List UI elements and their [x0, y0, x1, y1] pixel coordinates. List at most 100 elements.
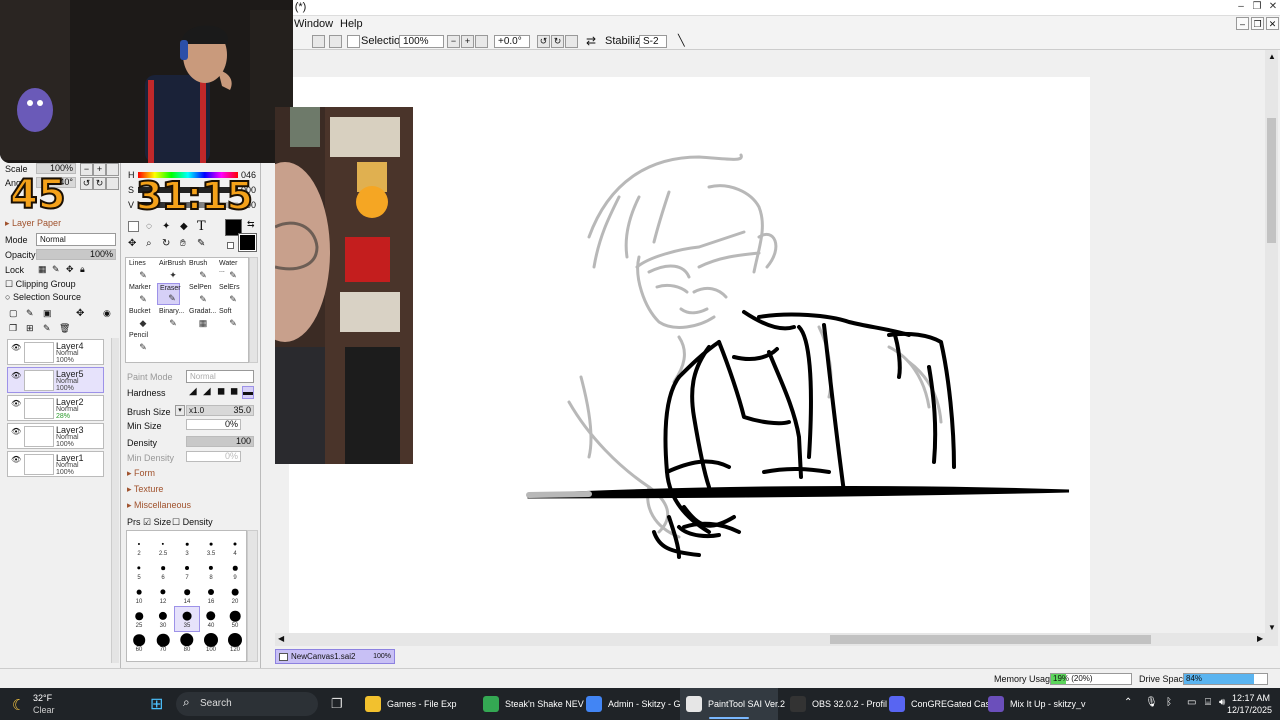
- toolbar-button[interactable]: [329, 35, 342, 48]
- scroll-right-arrow[interactable]: ▶: [1257, 634, 1263, 643]
- tool-gradat[interactable]: Gradat... ▦: [187, 307, 216, 329]
- hardness-option[interactable]: ◢: [189, 386, 197, 397]
- pressure-size-checkbox[interactable]: ☑ Size: [143, 517, 171, 528]
- clipping-group-checkbox[interactable]: ☐ Clipping Group: [5, 279, 76, 290]
- layer-mask-icon[interactable]: ◉: [103, 308, 111, 319]
- brush-size-preset[interactable]: 30: [151, 607, 175, 631]
- brush-presets-scrollbar[interactable]: [247, 530, 258, 662]
- eyedropper-tool-icon[interactable]: ✎: [197, 238, 205, 249]
- brush-size-preset[interactable]: 50: [223, 607, 246, 631]
- secondary-color-swatch[interactable]: [238, 233, 257, 252]
- brush-size-preset[interactable]: 2.5: [151, 535, 175, 559]
- text-tool-icon[interactable]: T: [197, 219, 206, 234]
- taskbar-app[interactable]: Mix It Up - skitzy_v: [982, 688, 1086, 720]
- brush-size-preset[interactable]: 9: [223, 559, 246, 583]
- zoom-select[interactable]: 100%: [399, 35, 444, 48]
- toolbar-button[interactable]: [312, 35, 325, 48]
- layer-row[interactable]: 👁︎ Layer5 Normal 100%: [7, 367, 104, 393]
- brush-size-preset[interactable]: 80: [175, 631, 199, 655]
- brush-size-preset[interactable]: 40: [199, 607, 223, 631]
- brush-size-slider[interactable]: x1.0 35.0: [186, 405, 254, 416]
- tool-airbrush[interactable]: AirBrush ✦: [157, 259, 186, 281]
- brush-size-preset[interactable]: 60: [127, 631, 151, 655]
- brush-size-preset[interactable]: 3.5: [199, 535, 223, 559]
- brush-size-preset[interactable]: 100: [199, 631, 223, 655]
- brush-size-dropdown[interactable]: ▾: [175, 405, 185, 416]
- brush-size-preset[interactable]: 10: [127, 583, 151, 607]
- rotation-select[interactable]: +0.0°: [494, 35, 530, 48]
- weather-icon[interactable]: ☾: [12, 696, 25, 714]
- rotate-right-nav-button[interactable]: ↻: [93, 177, 106, 190]
- search-box[interactable]: ⌕ Search: [176, 692, 318, 716]
- texture-section[interactable]: ▸ Texture: [127, 484, 163, 495]
- rotate-reset-button[interactable]: [565, 35, 578, 48]
- rotate-right-button[interactable]: ↻: [551, 35, 564, 48]
- taskbar-app[interactable]: Games - File Exp: [359, 688, 457, 720]
- brush-size-preset[interactable]: 25: [127, 607, 151, 631]
- brush-size-preset[interactable]: 12: [151, 583, 175, 607]
- stabilizer-select[interactable]: S-2: [639, 35, 667, 48]
- min-density-slider[interactable]: 0%: [186, 451, 241, 462]
- brush-size-preset[interactable]: 8: [199, 559, 223, 583]
- scroll-up-arrow[interactable]: ▲: [1268, 52, 1276, 61]
- tool-marker[interactable]: Marker ✎: [127, 283, 151, 305]
- doc-close-button[interactable]: ✕: [1266, 17, 1279, 30]
- clock-time[interactable]: 12:17 AM: [1232, 693, 1270, 703]
- layer-row[interactable]: 👁︎ Layer3 Normal 100%: [7, 423, 104, 449]
- lock-all-icon[interactable]: 🔒︎: [80, 264, 85, 275]
- tool-soft[interactable]: Soft ✎: [217, 307, 240, 329]
- tool-eraser[interactable]: Eraser ✎: [157, 283, 181, 305]
- clock-date[interactable]: 12/17/2025: [1227, 705, 1272, 715]
- tool-selers[interactable]: SelErs ✎: [217, 283, 240, 305]
- brush-size-preset[interactable]: 35: [174, 606, 200, 632]
- duplicate-layer-icon[interactable]: ❐: [9, 323, 17, 334]
- zoom-out-nav-button[interactable]: −: [80, 163, 93, 176]
- swap-colors-icon[interactable]: ⇆: [247, 219, 255, 230]
- rotate-left-button[interactable]: ↺: [537, 35, 550, 48]
- pressure-density-checkbox[interactable]: ☐ Density: [172, 517, 213, 528]
- tool-water[interactable]: Water ... ✎: [217, 259, 240, 281]
- maximize-button[interactable]: ❐: [1250, 0, 1264, 14]
- taskbar-app[interactable]: PaintTool SAI Ver.2: [680, 688, 785, 720]
- close-button[interactable]: ✕: [1266, 0, 1280, 14]
- layer-row[interactable]: 👁︎ Layer2 Normal 28%: [7, 395, 104, 421]
- tray-overflow-icon[interactable]: ⌃: [1124, 697, 1132, 708]
- tool-pencil[interactable]: Pencil ✎: [127, 331, 150, 353]
- layer-row[interactable]: 👁︎ Layer4 Normal 100%: [7, 339, 104, 365]
- clear-layer-icon[interactable]: ✎: [43, 323, 51, 334]
- bluetooth-icon[interactable]: ᛒ: [1166, 697, 1172, 708]
- weather-desc[interactable]: Clear: [33, 705, 55, 715]
- doc-minimize-button[interactable]: –: [1236, 17, 1249, 30]
- brush-size-preset[interactable]: 5: [127, 559, 151, 583]
- brush-size-preset[interactable]: 120: [223, 631, 246, 655]
- blend-mode-select[interactable]: Normal: [36, 233, 116, 246]
- transform-icon[interactable]: ✥: [76, 308, 84, 319]
- zoom-tool-icon[interactable]: ⌕: [146, 238, 152, 249]
- brush-size-preset[interactable]: 4: [223, 535, 246, 559]
- min-size-slider[interactable]: 0%: [186, 419, 241, 430]
- tool-bucket[interactable]: Bucket ◆: [127, 307, 150, 329]
- brush-size-preset[interactable]: 16: [199, 583, 223, 607]
- paint-mode-select[interactable]: Normal: [186, 370, 254, 383]
- layer-scrollbar[interactable]: [111, 338, 119, 663]
- lock-transparency-icon[interactable]: ▦: [38, 264, 47, 275]
- line-icon[interactable]: ╲: [678, 34, 685, 48]
- display-icon[interactable]: ▭: [1187, 697, 1196, 708]
- lock-paint-icon[interactable]: ✎: [52, 264, 60, 275]
- shape-tool-icon[interactable]: ◆: [180, 221, 188, 232]
- lock-move-icon[interactable]: ✥: [66, 264, 74, 275]
- opacity-slider[interactable]: 100%: [36, 249, 116, 260]
- menu-help[interactable]: Help: [340, 18, 363, 30]
- zoom-out-button[interactable]: −: [447, 35, 460, 48]
- magic-wand-icon[interactable]: ✦: [162, 221, 170, 232]
- hardness-option[interactable]: ◼: [217, 386, 225, 397]
- visibility-eye-icon[interactable]: 👁︎: [11, 427, 21, 436]
- layer-row[interactable]: 👁︎ Layer1 Normal 100%: [7, 451, 104, 477]
- brush-size-preset[interactable]: 14: [175, 583, 199, 607]
- network-icon[interactable]: ⌸: [1205, 697, 1211, 708]
- taskbar-app[interactable]: OBS 32.0.2 - Profil: [784, 688, 887, 720]
- selection-rect-tool-icon[interactable]: [128, 221, 139, 232]
- rotate-left-nav-button[interactable]: ↺: [80, 177, 93, 190]
- zoom-in-nav-button[interactable]: +: [93, 163, 106, 176]
- doc-restore-button[interactable]: ❐: [1251, 17, 1264, 30]
